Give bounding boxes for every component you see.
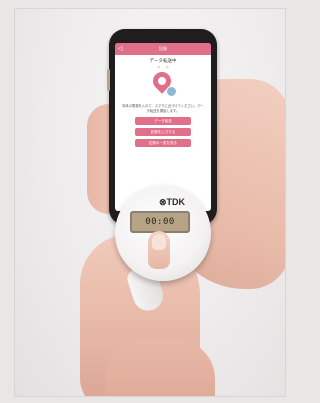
transfer-illustration [149, 68, 177, 100]
status-icon: ◎ [166, 65, 169, 69]
instruction-text: 本体の電源を入れて、スマホに近づけてください。データ転送を開始します。 [122, 104, 204, 113]
phone-side-button [107, 69, 110, 91]
input-record-button[interactable]: 記録を入力する [135, 128, 191, 136]
thumb [148, 231, 170, 269]
back-arrow-icon[interactable]: ◁ [118, 43, 123, 55]
wrist [105, 339, 215, 396]
app-header: ◁ 記録 [115, 43, 211, 55]
lcd-display: 00:00 [130, 211, 190, 233]
record-list-button[interactable]: 記録の一覧を見る [135, 139, 191, 147]
bluetooth-badge-icon [166, 86, 177, 97]
transfer-button[interactable]: データ転送 [135, 117, 191, 125]
thumb-nail [152, 234, 166, 250]
screen-sub-row: ◎ ◎ [115, 65, 211, 69]
tdk-logo: ⊗TDK [159, 197, 186, 207]
photo-frame: ◁ 記録 データ転送中 ◎ ◎ 本体の電源を入れて、スマホに近づけてください。デ… [14, 8, 286, 397]
status-icon: ◎ [157, 65, 160, 69]
header-title: 記録 [159, 46, 167, 51]
screen-title: データ転送中 [149, 59, 177, 64]
